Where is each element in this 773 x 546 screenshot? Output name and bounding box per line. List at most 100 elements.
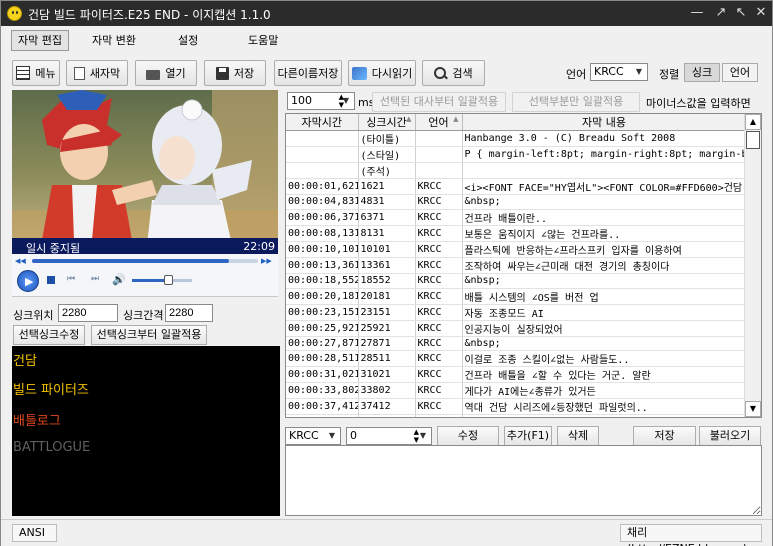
table-row[interactable]: 00:00:06,371 6371 KRCC 건프라 배틀이란.. [286,209,747,226]
apply-selected-only-button[interactable]: 선택부분만 일괄적용 [512,92,640,112]
language-cell: KRCC [415,382,463,400]
table-row[interactable]: 00:00:10,101 10101 KRCC 플라스틱에 반응하는∠프라스프키 입자… [286,241,747,258]
scroll-up-icon[interactable]: ▲ [745,114,761,130]
table-row[interactable]: (스타일) P { margin-left:8pt; margin-right:8… [286,146,747,163]
table-row[interactable]: 00:00:13,361 13361 KRCC 조작하여 싸우는∠근미래 대전 경기의… [286,257,747,274]
scroll-thumb[interactable] [746,131,760,149]
title-bar[interactable]: 건담 빌드 파이터즈.E25 END - 이지캡션 1.1.0 — ↗ ↖ ✕ [1,1,772,26]
table-row[interactable]: 00:00:37,412 37412 KRCC 역대 건담 시리즈에∠등장했던 파일럿… [286,398,747,416]
language-cell: KRCC [415,336,463,352]
video-frame[interactable]: 일시 중지됨 22:09 [12,90,278,255]
table-row[interactable]: 00:00:04,831 4831 KRCC &nbsp; [286,194,747,210]
save-subtitle-button[interactable]: 저장 [633,426,696,446]
table-row[interactable]: 00:00:25,921 25921 KRCC 인공지능이 실장되었어 [286,320,747,337]
edit-sync-stepper[interactable]: 0 ▲ ▼ ▼ [346,427,432,445]
tab-subtitle-edit[interactable]: 자막 편집 [11,30,69,51]
sync-cell: (타이틀) [358,130,416,147]
column-header-language[interactable]: 언어 ▲ [415,114,463,131]
content-cell: 건프라 배틀이란.. [462,209,747,226]
sync-interval-field[interactable] [165,304,213,322]
apply-from-selected-button[interactable]: 선택싱크부터 일괄적용 [91,325,207,345]
rewind-small-icon[interactable]: ◀◀ [15,257,26,265]
tab-subtitle-convert[interactable]: 자막 변환 [85,30,143,51]
next-icon[interactable]: ⏭ [91,274,99,284]
time-cell: 00:00:01,621 [286,178,359,195]
tab-help[interactable]: 도움말 [241,30,285,51]
language-cell [415,162,463,179]
preview-line-3: 배틀로그 [13,414,61,429]
expand-button[interactable]: ↗ [711,4,731,22]
tab-settings[interactable]: 설정 [171,30,205,51]
subtitle-editor[interactable] [285,445,762,516]
time-cell: 00:00:08,131 [286,225,359,242]
stop-icon[interactable] [47,276,55,284]
save-as-button[interactable]: 다른이름저장 [274,60,342,86]
table-row[interactable]: 00:00:28,511 28511 KRCC 이걸로 조종 스킬이∠없는 사람들도.… [286,350,747,368]
search-button[interactable]: 검색 [422,60,485,86]
sync-position-field[interactable] [58,304,118,322]
language-cell [415,146,463,163]
sort-by-language-button[interactable]: 언어 [722,63,758,82]
language-select[interactable]: KRCC ▼ [590,63,648,81]
volume-track[interactable] [132,275,192,285]
table-row[interactable]: 00:00:27,871 27871 KRCC &nbsp; [286,336,747,352]
play-icon: ▶ [25,275,34,288]
table-row[interactable]: (타이틀) Hanbange 3.0 - (C) Breadu Soft 2008 [286,130,747,147]
apply-from-selected-line-button[interactable]: 선택된 대사부터 일괄적용 [372,92,506,112]
table-row[interactable]: 00:00:08,131 8131 KRCC 보통은 움직이지 ∠않는 건프라를.. [286,225,747,242]
subtitle-table[interactable]: 자막시간 싱크시간 ▲ 언어 ▲ 자막 내용 (타이틀) Hanbange 3.0 -… [285,113,762,418]
play-button[interactable]: ▶ [17,270,39,292]
table-row[interactable]: 00:00:40,62240622KRCC유사 인격을∠선택할 수도 있어 [286,414,747,417]
content-cell: 자동 조종모드 AI [462,304,747,321]
open-button[interactable]: 열기 [135,60,197,86]
content-cell: <i><FONT FACE="HY엽서L"><FONT COLOR=#FFD60… [462,178,747,195]
playback-time: 22:09 [243,240,275,253]
sync-cell: 25921 [358,320,416,337]
new-subtitle-button[interactable]: 새자막 [66,60,128,86]
volume-knob[interactable] [164,275,173,285]
content-cell: 게다가 AI에는∠종류가 있거든 [462,382,747,400]
edit-language-select[interactable]: KRCC ▼ [285,427,341,445]
previous-icon[interactable]: ⏮ [67,274,75,284]
sync-cell: 20181 [358,288,416,305]
table-scrollbar[interactable]: ▲ ▼ [744,114,761,417]
close-button[interactable]: ✕ [751,4,771,22]
table-row[interactable]: (주석) [286,162,747,179]
restore-button[interactable]: ↖ [731,4,751,22]
table-row[interactable]: 00:00:20,181 20181 KRCC 배틀 시스템의 ∠OS를 버전 업 [286,288,747,305]
seek-track[interactable] [32,259,258,263]
forward-small-icon[interactable]: ▶▶ [261,257,272,265]
add-button[interactable]: 추가(F1) [504,426,552,446]
minimize-button[interactable]: — [687,4,707,22]
time-cell [286,130,359,147]
apply-selected-sync-button[interactable]: 선택싱크수정 [13,325,85,345]
column-header-sync[interactable]: 싱크시간 ▲ [358,114,416,131]
menu-button[interactable]: 메뉴 [12,60,60,86]
volume-icon[interactable]: 🔊 [112,273,126,286]
table-row[interactable]: 00:00:33,802 33802 KRCC 게다가 AI에는∠종류가 있거든 [286,382,747,400]
load-button[interactable]: 불러오기 [699,426,761,446]
sort-by-sync-button[interactable]: 싱크 [684,63,720,82]
time-cell [286,162,359,179]
table-row[interactable]: 00:00:01,621 1621 KRCC <i><FONT FACE="HY엽서L… [286,178,747,195]
delete-button[interactable]: 삭제 [557,426,599,446]
preview-line-1: 건담 [13,354,37,369]
scroll-down-icon[interactable]: ▼ [745,401,761,417]
time-cell: 00:00:06,371 [286,209,359,226]
sort-arrow-icon: ▲ [453,115,459,123]
column-header-time[interactable]: 자막시간 [286,114,359,131]
open-label: 열기 [165,67,186,80]
column-header-content[interactable]: 자막 내용 [462,114,747,131]
reload-button[interactable]: 다시읽기 [348,60,416,86]
modify-button[interactable]: 수정 [437,426,499,446]
table-row[interactable]: 00:00:18,552 18552 KRCC &nbsp; [286,273,747,289]
column-header-time-label: 자막시간 [301,116,342,129]
language-cell: KRCC [415,398,463,416]
time-cell: 00:00:25,921 [286,320,359,337]
preview-line-2: 빌드 파이터즈 [13,383,89,398]
time-cell: 00:00:20,181 [286,288,359,305]
table-row[interactable]: 00:00:31,021 31021 KRCC 건프라 배틀을 ∠할 수 있다는 거군… [286,366,747,384]
table-row[interactable]: 00:00:23,151 23151 KRCC 자동 조종모드 AI [286,304,747,321]
save-button[interactable]: 저장 [204,60,266,86]
offset-stepper[interactable]: 100 ▲ ▼ ▼ [287,92,355,110]
